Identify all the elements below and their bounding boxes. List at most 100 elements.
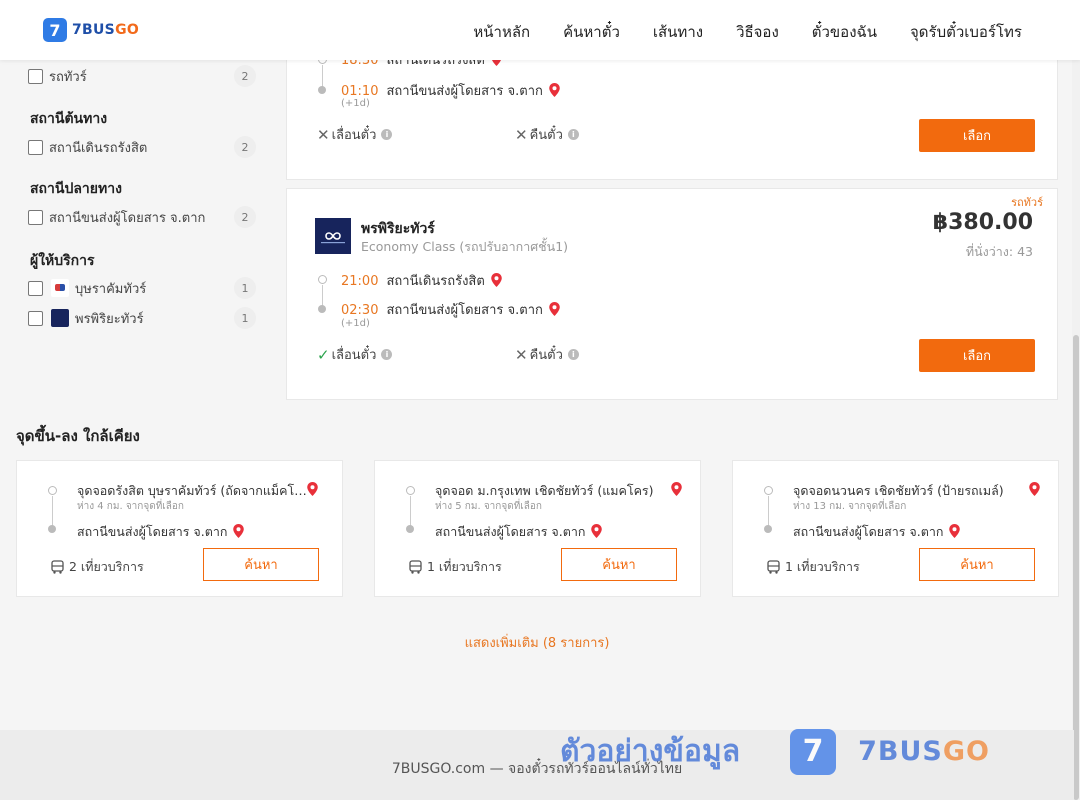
- nearby-section-title: จุดขึ้น-ลง ใกล้เคียง: [16, 427, 140, 445]
- filter-label: พรพิริยะทัวร์: [75, 311, 144, 327]
- nearby-distance: ห่าง 4 กม. จากจุดที่เลือก: [77, 501, 184, 512]
- operator-logo-icon: [51, 279, 69, 297]
- bus-class: Economy Class (รถปรับอากาศชั้น1): [361, 239, 569, 254]
- location-pin-icon[interactable]: [1029, 482, 1040, 496]
- trip-price: ฿380.00: [932, 210, 1033, 235]
- trip-card: รถทัวร์ พรพิริยะทัวร์ Economy Class (รถป…: [286, 188, 1058, 400]
- logo-brand-accent: GO: [115, 22, 140, 38]
- location-pin-icon[interactable]: [591, 524, 603, 538]
- nearby-search-button[interactable]: ค้นหา: [561, 548, 677, 581]
- info-icon[interactable]: i: [381, 129, 393, 140]
- provider-section-title: ผู้ให้บริการ: [30, 253, 95, 269]
- nearby-to-stop: สถานีขนส่งผู้โดยสาร จ.ตาก: [793, 522, 961, 542]
- select-trip-button[interactable]: เลือก: [919, 339, 1035, 372]
- filter-provider-pornpiriya[interactable]: พรพิริยะทัวร์ 1: [28, 307, 256, 329]
- logo-mark: 7: [43, 18, 67, 42]
- filter-destination-item[interactable]: สถานีขนส่งผู้โดยสาร จ.ตาก 2: [28, 206, 256, 228]
- filter-origin-item[interactable]: สถานีเดินรถรังสิต 2: [28, 136, 256, 158]
- service-count-label: 1 เที่ยวบริการ: [427, 559, 502, 574]
- count-badge: 1: [234, 307, 256, 329]
- location-pin-icon[interactable]: [307, 482, 318, 496]
- checkbox[interactable]: [28, 280, 43, 296]
- next-day-label: (+1d): [341, 318, 370, 329]
- departure-row: 21:00 สถานีเดินรถรังสิต: [341, 270, 502, 291]
- refund-label: คืนตั๋ว: [529, 348, 563, 363]
- bus-icon: [51, 560, 64, 574]
- watermark-brand-accent: GO: [942, 736, 990, 767]
- refund-label: คืนตั๋ว: [529, 128, 563, 143]
- check-icon: ✓: [317, 345, 330, 364]
- nav-pickup-points[interactable]: จุดรับตั๋วเบอร์โทร: [910, 20, 1022, 44]
- from-dot: [406, 486, 415, 495]
- select-trip-button[interactable]: เลือก: [919, 119, 1035, 152]
- location-pin-icon[interactable]: [549, 83, 560, 97]
- sample-watermark: ตัวอย่างข้อมูล 7 7BUSGO: [560, 728, 990, 775]
- route-line: [322, 285, 323, 306]
- to-dot: [764, 525, 772, 533]
- location-pin-icon[interactable]: [949, 524, 961, 538]
- arrival-time: 01:10: [341, 84, 379, 99]
- arrival-row: 01:10 สถานีขนส่งผู้โดยสาร จ.ตาก: [341, 80, 560, 101]
- from-dot: [764, 486, 773, 495]
- to-stop-label: สถานีขนส่งผู้โดยสาร จ.ตาก: [435, 524, 586, 539]
- operator-logo-icon: [51, 309, 69, 327]
- checkbox[interactable]: [28, 68, 43, 84]
- next-day-label: (+1d): [341, 98, 370, 109]
- location-pin-icon[interactable]: [233, 524, 245, 538]
- to-stop-label: สถานีขนส่งผู้โดยสาร จ.ตาก: [77, 524, 228, 539]
- show-more-link[interactable]: แสดงเพิ่มเติม (8 รายการ): [0, 632, 1074, 653]
- arrival-row: 02:30 สถานีขนส่งผู้โดยสาร จ.ตาก: [341, 299, 560, 320]
- watermark-brand-text: 7BUS: [858, 736, 943, 767]
- watermark-logo-mark: 7: [790, 728, 837, 775]
- origin-section-title: สถานีต้นทาง: [30, 111, 108, 127]
- service-count: 2 เที่ยวบริการ: [51, 557, 144, 577]
- destination-section-title: สถานีปลายทาง: [30, 181, 122, 197]
- logo-text: 7BUSGO: [72, 22, 139, 38]
- bus-icon: [767, 560, 780, 574]
- reschedule-policy: ✕ เลื่อนตั๋ว i: [317, 124, 393, 145]
- arrival-station: สถานีขนส่งผู้โดยสาร จ.ตาก: [386, 303, 543, 318]
- nearby-distance: ห่าง 13 กม. จากจุดที่เลือก: [793, 501, 907, 512]
- watermark-brand: 7BUSGO: [858, 736, 990, 767]
- nearby-to-stop: สถานีขนส่งผู้โดยสาร จ.ตาก: [77, 522, 245, 542]
- nav-how-to-book[interactable]: วิธีจอง: [736, 20, 779, 44]
- checkbox[interactable]: [28, 139, 43, 155]
- to-dot: [48, 525, 56, 533]
- location-pin-icon[interactable]: [491, 273, 502, 287]
- count-badge: 2: [234, 65, 256, 87]
- bus-icon: [409, 560, 422, 574]
- service-count: 1 เที่ยวบริการ: [409, 557, 502, 577]
- service-count: 1 เที่ยวบริการ: [767, 557, 860, 577]
- count-badge: 1: [234, 277, 256, 299]
- info-icon[interactable]: i: [567, 129, 579, 140]
- bus-type-badge: รถทัวร์: [1011, 196, 1043, 209]
- nearby-card: จุดจอด ม.กรุงเทพ เชิดชัยทัวร์ (แมคโคร) ห…: [374, 460, 701, 597]
- nav-routes[interactable]: เส้นทาง: [653, 20, 703, 44]
- nearby-from-stop: จุดจอดนวนคร เชิดชัยทัวร์ (ป้ายรถเมล์): [793, 483, 1004, 498]
- nav-my-tickets[interactable]: ตั๋วของฉัน: [812, 20, 877, 44]
- filter-bus-type[interactable]: รถทัวร์ 2: [28, 65, 256, 87]
- nav-home[interactable]: หน้าหลัก: [473, 20, 530, 44]
- info-icon[interactable]: i: [381, 349, 393, 360]
- location-pin-icon[interactable]: [549, 302, 560, 316]
- location-pin-icon[interactable]: [671, 482, 682, 496]
- count-badge: 2: [234, 136, 256, 158]
- top-header: 7 7BUSGO หน้าหลัก ค้นหาตั๋ว เส้นทาง วิธี…: [0, 0, 1080, 60]
- filter-provider-busarakham[interactable]: บุษราคัมทัวร์ 1: [28, 277, 256, 299]
- from-dot: [48, 486, 57, 495]
- info-icon[interactable]: i: [567, 349, 579, 360]
- cross-icon: ✕: [515, 345, 528, 364]
- watermark-text: ตัวอย่างข้อมูล: [560, 734, 741, 769]
- route-line: [410, 496, 411, 526]
- nearby-from-stop: จุดจอดรังสิต บุษราคัมทัวร์ (ถัดจากแม็คโค…: [77, 483, 309, 498]
- nearby-from-stop: จุดจอด ม.กรุงเทพ เชิดชัยทัวร์ (แมคโคร): [435, 483, 654, 498]
- nearby-search-button[interactable]: ค้นหา: [203, 548, 319, 581]
- route-line: [52, 496, 53, 526]
- nearby-distance: ห่าง 5 กม. จากจุดที่เลือก: [435, 501, 542, 512]
- site-logo[interactable]: 7 7BUSGO: [43, 18, 139, 42]
- nav-search-tickets[interactable]: ค้นหาตั๋ว: [563, 20, 620, 44]
- nearby-search-button[interactable]: ค้นหา: [919, 548, 1035, 581]
- reschedule-policy: ✓ เลื่อนตั๋ว i: [317, 344, 393, 365]
- checkbox[interactable]: [28, 209, 43, 225]
- checkbox[interactable]: [28, 310, 43, 326]
